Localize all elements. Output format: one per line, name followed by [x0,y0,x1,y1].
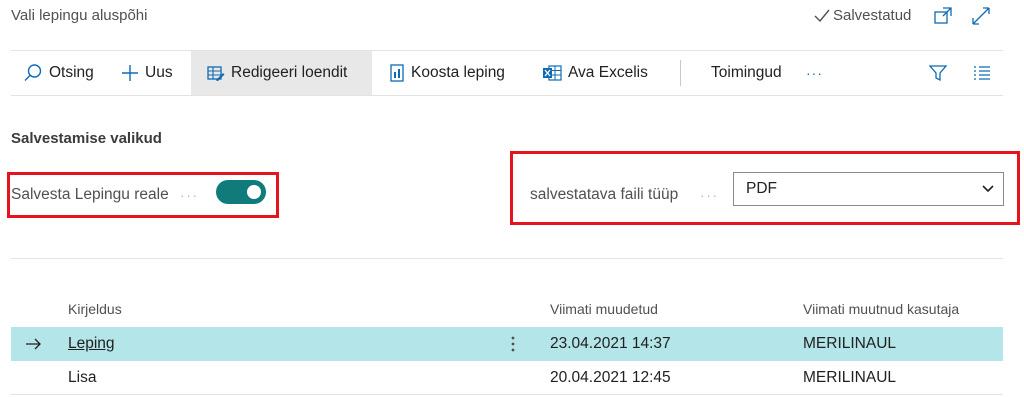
table-row[interactable]: Lisa 20.04.2021 12:45 MERILINAUL [11,361,1003,395]
row-description[interactable]: Lisa [68,361,96,395]
row-modified: 23.04.2021 14:37 [550,335,671,352]
excel-icon [543,65,562,81]
actions-menu[interactable]: Toimingud [711,51,782,95]
checkmark-icon [814,9,830,22]
filter-icon[interactable] [929,64,947,82]
action-toolbar: Otsing Uus Redigeeri loendit Koosta lepi… [11,50,1003,96]
more-options-label: ··· [806,65,823,81]
edit-list-button[interactable]: Redigeeri loendit [191,51,372,95]
compose-contract-label: Koosta leping [411,64,505,81]
edit-list-label: Redigeeri loendit [231,64,348,81]
search-label: Otsing [49,64,94,81]
label-dots: ··· [180,188,199,203]
list-view-icon[interactable] [973,66,991,80]
table-row[interactable]: Leping 23.04.2021 14:37 MERILINAUL [11,327,1003,361]
save-to-line-toggle[interactable] [216,180,266,204]
save-to-line-label: Salvesta Lepingu reale [11,186,169,203]
more-options-button[interactable]: ··· [806,51,823,95]
column-header-last-modified[interactable]: Viimati muudetud [550,301,658,317]
column-header-description[interactable]: Kirjeldus [68,301,122,317]
plus-icon [122,65,138,81]
search-icon [24,64,42,81]
column-header-modified-by[interactable]: Viimati muutnud kasutaja [803,301,959,317]
saved-status-label: Salvestatud [833,7,912,24]
expand-icon[interactable] [970,5,992,27]
new-label: Uus [145,64,173,81]
row-description-link[interactable]: Leping [68,327,115,361]
new-button[interactable]: Uus [121,51,173,95]
chevron-down-icon [982,185,994,193]
open-excel-label: Ava Excelis [568,64,648,81]
file-type-value: PDF [746,180,777,197]
toggle-knob [247,185,261,199]
row-modified: 20.04.2021 12:45 [550,369,671,386]
row-divider [11,394,1003,395]
section-title: Salvestamise valikud [11,130,162,147]
file-type-label: salvestatava faili tüüp [530,186,679,203]
row-user: MERILINAUL [803,335,897,352]
label-dots: ··· [700,188,719,203]
row-user: MERILINAUL [803,369,897,386]
search-button[interactable]: Otsing [23,51,94,95]
saved-status: Salvestatud [814,7,911,24]
toolbar-divider [680,60,681,86]
edit-list-icon [207,66,225,81]
compose-contract-button[interactable]: Koosta leping [389,51,505,95]
list-divider [11,258,1003,259]
page-title: Vali lepingu aluspõhi [11,7,148,24]
document-icon [390,64,404,82]
file-type-select[interactable]: PDF [733,172,1004,206]
actions-label: Toimingud [711,64,782,81]
open-new-window-icon[interactable] [932,5,954,27]
open-excel-button[interactable]: Ava Excelis [542,51,648,95]
